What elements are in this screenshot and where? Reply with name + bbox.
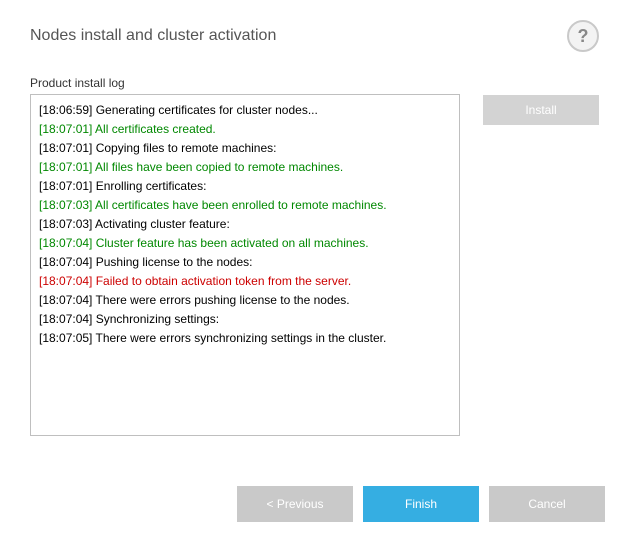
log-line: [18:07:05] There were errors synchronizi… — [39, 329, 451, 348]
log-line: [18:07:03] Activating cluster feature: — [39, 215, 451, 234]
log-label: Product install log — [30, 76, 465, 90]
log-line: [18:07:01] Copying files to remote machi… — [39, 139, 451, 158]
install-log[interactable]: [18:06:59] Generating certificates for c… — [30, 94, 460, 436]
previous-button: < Previous — [237, 486, 353, 522]
finish-button[interactable]: Finish — [363, 486, 479, 522]
log-line: [18:07:04] Failed to obtain activation t… — [39, 272, 451, 291]
cancel-button: Cancel — [489, 486, 605, 522]
log-line: [18:07:01] All files have been copied to… — [39, 158, 451, 177]
wizard-buttons: < Previous Finish Cancel — [237, 486, 605, 522]
log-line: [18:07:04] Cluster feature has been acti… — [39, 234, 451, 253]
help-icon: ? — [578, 26, 589, 47]
help-button[interactable]: ? — [567, 20, 599, 52]
log-line: [18:06:59] Generating certificates for c… — [39, 101, 451, 120]
install-button: Install — [483, 95, 599, 125]
page-title: Nodes install and cluster activation — [30, 27, 276, 45]
log-line: [18:07:01] All certificates created. — [39, 120, 451, 139]
log-line: [18:07:01] Enrolling certificates: — [39, 177, 451, 196]
log-line: [18:07:04] Pushing license to the nodes: — [39, 253, 451, 272]
log-line: [18:07:04] Synchronizing settings: — [39, 310, 451, 329]
log-line: [18:07:03] All certificates have been en… — [39, 196, 451, 215]
log-line: [18:07:04] There were errors pushing lic… — [39, 291, 451, 310]
